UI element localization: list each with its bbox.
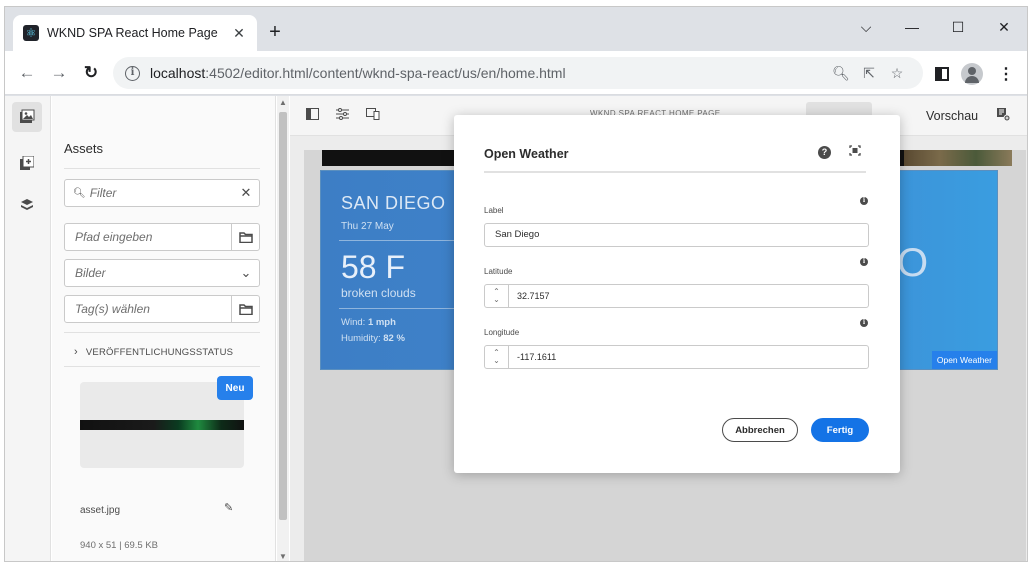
components-icon[interactable]: [12, 148, 42, 178]
emulator-icon[interactable]: [366, 108, 380, 123]
cancel-button[interactable]: Abbrechen: [722, 418, 798, 442]
new-tab-button[interactable]: +: [265, 21, 285, 43]
preview-button[interactable]: Vorschau: [926, 109, 978, 123]
folder-browse-icon[interactable]: [231, 296, 259, 322]
filter-input[interactable]: 🔍︎ Filter ✕: [64, 179, 260, 207]
tags-input[interactable]: Tag(s) wählen: [64, 295, 260, 323]
back-icon[interactable]: ←: [13, 59, 41, 87]
scroll-thumb[interactable]: [279, 112, 287, 520]
weather-temp: 58 F: [341, 249, 406, 285]
scroll-down-icon[interactable]: ▼: [277, 552, 289, 561]
clear-icon[interactable]: ✕: [233, 185, 259, 201]
label-field-label: Label: [484, 206, 504, 215]
divider: [64, 366, 260, 367]
site-info-icon[interactable]: i: [125, 65, 140, 81]
profile-icon[interactable]: [961, 63, 983, 85]
latitude-stepper[interactable]: ⌃ ⌄ 32.7157: [484, 284, 869, 308]
divider: [339, 308, 457, 309]
info-icon[interactable]: i: [860, 258, 868, 266]
path-input[interactable]: Pfad eingeben: [64, 223, 260, 251]
tab-close-icon[interactable]: ✕: [231, 25, 247, 42]
forward-icon[interactable]: →: [45, 59, 73, 87]
share-icon[interactable]: ⇱: [855, 65, 883, 82]
divider: [64, 332, 260, 333]
help-icon[interactable]: ?: [818, 146, 831, 159]
divider: [339, 240, 457, 241]
weather-date: Thu 27 May: [341, 221, 394, 232]
tab-title: WKND SPA React Home Page: [47, 26, 218, 40]
page-properties-icon[interactable]: [336, 108, 349, 123]
longitude-field-label: Longitude: [484, 328, 520, 337]
scroll-up-icon[interactable]: ▲: [277, 98, 289, 107]
content-tree-icon[interactable]: [12, 190, 42, 220]
annotations-icon[interactable]: [996, 107, 1011, 124]
weather-city: SAN DIEGO: [341, 193, 446, 213]
stepper-arrows-icon[interactable]: ⌃ ⌄: [485, 285, 509, 307]
menu-icon[interactable]: ⋮: [995, 63, 1017, 85]
new-badge: Neu: [217, 376, 253, 400]
label-input[interactable]: San Diego: [484, 223, 869, 247]
asset-preview-image: [80, 420, 244, 430]
asset-type-select[interactable]: Bilder ⌄: [64, 259, 260, 287]
stepper-arrows-icon[interactable]: ⌃ ⌄: [485, 346, 509, 368]
zoom-icon[interactable]: 🔍︎: [827, 65, 855, 82]
url-text[interactable]: localhost:4502/editor.html/content/wknd-…: [150, 65, 827, 81]
info-icon[interactable]: i: [860, 319, 868, 327]
star-icon[interactable]: ☆: [883, 65, 911, 82]
sidepanel-icon[interactable]: [931, 63, 953, 85]
dialog-title: Open Weather: [484, 147, 569, 161]
tab-strip: ⚛ WKND SPA React Home Page ✕ + ⌵ — ☐ ✕: [5, 7, 1027, 51]
info-icon[interactable]: i: [860, 197, 868, 205]
asset-meta: 940 x 51 | 69.5 KB: [80, 540, 158, 551]
edit-pencil-icon[interactable]: ✎: [224, 501, 233, 514]
assets-finder-icon[interactable]: [12, 102, 42, 132]
browser-tab[interactable]: ⚛ WKND SPA React Home Page ✕: [13, 15, 257, 51]
minimize-button[interactable]: —: [889, 13, 935, 41]
component-tag: Open Weather: [931, 351, 997, 369]
weather-humidity: Humidity: 82 %: [341, 333, 405, 344]
tab-search-icon[interactable]: ⌵: [843, 13, 889, 41]
fullscreen-icon[interactable]: [849, 145, 861, 159]
side-rail: [5, 96, 51, 561]
divider: [484, 171, 866, 173]
folder-browse-icon[interactable]: [231, 224, 259, 250]
divider: [64, 168, 260, 169]
toggle-side-panel-icon[interactable]: [306, 108, 319, 123]
weather-description: broken clouds: [341, 286, 416, 300]
browser-toolbar: ← → ↻ i localhost:4502/editor.html/conte…: [5, 51, 1027, 95]
maximize-button[interactable]: ☐: [935, 13, 981, 41]
assets-panel: Assets 🔍︎ Filter ✕ Pfad eingeben Bilder …: [52, 96, 276, 561]
address-bar[interactable]: i localhost:4502/editor.html/content/wkn…: [113, 57, 923, 89]
asset-name: asset.jpg: [80, 505, 121, 516]
chevron-right-icon: ›: [74, 346, 78, 358]
panel-title: Assets: [64, 141, 104, 156]
publish-status-toggle[interactable]: › VERÖFFENTLICHUNGSSTATUS: [74, 346, 233, 358]
close-window-button[interactable]: ✕: [981, 13, 1027, 41]
panel-scrollbar[interactable]: ▲ ▼: [277, 96, 289, 561]
latitude-field-label: Latitude: [484, 267, 513, 276]
weather-wind: Wind: 1 mph: [341, 317, 396, 328]
longitude-stepper[interactable]: ⌃ ⌄ -117.1611: [484, 345, 869, 369]
react-favicon-icon: ⚛: [23, 25, 39, 41]
open-weather-dialog: Open Weather ? Label i San Diego Latitud…: [454, 115, 900, 473]
reload-icon[interactable]: ↻: [77, 59, 105, 87]
chevron-down-icon: ⌄: [240, 265, 252, 280]
done-button[interactable]: Fertig: [811, 418, 869, 442]
search-icon: 🔍︎: [73, 187, 86, 199]
weather-big-glyph: O: [897, 241, 929, 285]
